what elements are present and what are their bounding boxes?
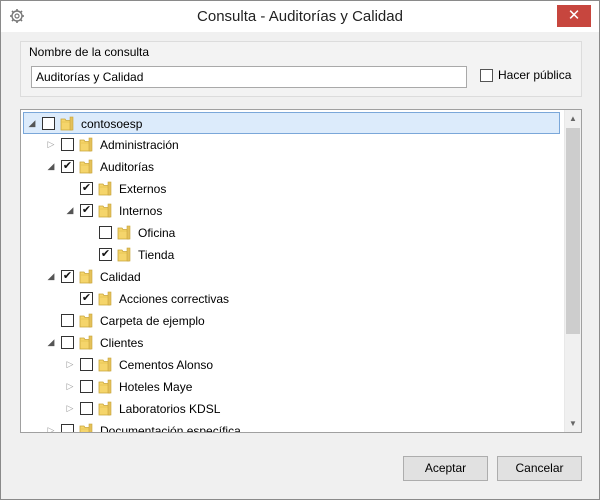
- make-public-label[interactable]: Hacer pública: [498, 68, 571, 82]
- folder-icon: [98, 357, 112, 372]
- folder-icon: [79, 423, 93, 432]
- tree-row[interactable]: ✔ Externos: [23, 178, 560, 200]
- tree-row-label: Externos: [119, 182, 167, 196]
- title-bar: Consulta - Auditorías y Calidad ✕: [1, 1, 599, 32]
- tree-row[interactable]: ✔ Acciones correctivas: [23, 288, 560, 310]
- tree-checkbox[interactable]: ✔: [99, 248, 112, 261]
- tree-row-label: Acciones correctivas: [119, 292, 230, 306]
- tree-row-label: Tienda: [138, 248, 175, 262]
- expand-arrow-icon[interactable]: ◢: [46, 271, 56, 281]
- tree-checkbox[interactable]: [61, 314, 74, 327]
- tree-checkbox[interactable]: [80, 380, 93, 393]
- tree-row[interactable]: ◢ Clientes: [23, 332, 560, 354]
- accept-button[interactable]: Aceptar: [403, 456, 488, 481]
- tree-checkbox[interactable]: [80, 402, 93, 415]
- tree-row[interactable]: ▷ Administración: [23, 134, 560, 156]
- tree-row[interactable]: ▷ Hoteles Maye: [23, 376, 560, 398]
- folder-icon: [79, 269, 93, 284]
- collapse-arrow-icon[interactable]: ▷: [46, 139, 56, 149]
- folder-icon: [117, 225, 131, 240]
- cancel-button[interactable]: Cancelar: [497, 456, 582, 481]
- folder-icon: [98, 401, 112, 416]
- tree-row-label: Hoteles Maye: [119, 380, 193, 394]
- make-public-checkbox[interactable]: [480, 69, 493, 82]
- folder-icon: [98, 181, 112, 196]
- folder-icon: [98, 379, 112, 394]
- expand-arrow-icon[interactable]: ◢: [27, 118, 37, 128]
- close-button[interactable]: ✕: [557, 5, 591, 27]
- tree-scrollbar[interactable]: ▲ ▼: [564, 110, 581, 432]
- folder-icon: [117, 247, 131, 262]
- folder-icon: [79, 335, 93, 350]
- tree-row-label: Auditorías: [100, 160, 155, 174]
- collapse-arrow-icon[interactable]: ▷: [65, 359, 75, 369]
- tree-checkbox[interactable]: ✔: [80, 292, 93, 305]
- tree-checkbox[interactable]: [61, 336, 74, 349]
- tree-checkbox[interactable]: [61, 138, 74, 151]
- tree-checkbox[interactable]: ✔: [80, 182, 93, 195]
- scroll-thumb[interactable]: [566, 128, 580, 334]
- collapse-arrow-icon[interactable]: ▷: [46, 425, 56, 432]
- tree-row-label: Internos: [119, 204, 163, 218]
- tree-row[interactable]: ◢ ✔ Internos: [23, 200, 560, 222]
- query-name-input[interactable]: [31, 66, 467, 88]
- collapse-arrow-icon[interactable]: ▷: [65, 381, 75, 391]
- scroll-up-arrow-icon[interactable]: ▲: [565, 110, 581, 127]
- tree-row[interactable]: Carpeta de ejemplo: [23, 310, 560, 332]
- tree-rows: ◢ contosoesp ▷ Administración ◢ ✔ Auditorías ✔ E…: [21, 112, 565, 433]
- tree-row-label: Documentación específica: [100, 424, 241, 433]
- expand-arrow-icon[interactable]: ◢: [65, 205, 75, 215]
- tree-row-label: Cementos Alonso: [119, 358, 214, 372]
- folder-tree[interactable]: ◢ contosoesp ▷ Administración ◢ ✔ Auditorías ✔ E…: [20, 109, 582, 433]
- folder-icon: [98, 291, 112, 306]
- tree-row[interactable]: ◢ ✔ Auditorías: [23, 156, 560, 178]
- folder-icon: [60, 116, 74, 131]
- tree-checkbox[interactable]: ✔: [80, 204, 93, 217]
- tree-row-label: contosoesp: [81, 117, 143, 131]
- tree-row[interactable]: ▷ Cementos Alonso: [23, 354, 560, 376]
- tree-row[interactable]: ✔ Tienda: [23, 244, 560, 266]
- tree-row[interactable]: ◢ ✔ Calidad: [23, 266, 560, 288]
- folder-icon: [79, 137, 93, 152]
- dialog-window: Consulta - Auditorías y Calidad ✕ Nombre…: [0, 0, 600, 500]
- expand-arrow-icon[interactable]: ◢: [46, 337, 56, 347]
- scroll-down-arrow-icon[interactable]: ▼: [565, 415, 581, 432]
- folder-icon: [79, 313, 93, 328]
- window-title: Consulta - Auditorías y Calidad: [197, 8, 403, 25]
- query-name-label: Nombre de la consulta: [29, 45, 150, 59]
- tree-row-label: Laboratorios KDSL: [119, 402, 221, 416]
- expand-arrow-icon[interactable]: ◢: [46, 161, 56, 171]
- tree-checkbox[interactable]: [99, 226, 112, 239]
- tree-row-label: Calidad: [100, 270, 141, 284]
- tree-row[interactable]: Oficina: [23, 222, 560, 244]
- tree-row[interactable]: ◢ contosoesp: [23, 112, 560, 134]
- query-name-group: Nombre de la consulta Hacer pública: [20, 41, 582, 97]
- tree-row[interactable]: ▷ Laboratorios KDSL: [23, 398, 560, 420]
- tree-checkbox[interactable]: [80, 358, 93, 371]
- folder-icon: [79, 159, 93, 174]
- collapse-arrow-icon[interactable]: ▷: [65, 403, 75, 413]
- tree-checkbox[interactable]: [61, 424, 74, 432]
- tree-row-label: Clientes: [100, 336, 144, 350]
- tree-checkbox[interactable]: [42, 117, 55, 130]
- tree-checkbox[interactable]: ✔: [61, 270, 74, 283]
- tree-row-label: Oficina: [138, 226, 176, 240]
- tree-row[interactable]: ▷ Documentación específica: [23, 420, 560, 433]
- tree-row-label: Carpeta de ejemplo: [100, 314, 205, 328]
- tree-row-label: Administración: [100, 138, 179, 152]
- folder-icon: [98, 203, 112, 218]
- tree-checkbox[interactable]: ✔: [61, 160, 74, 173]
